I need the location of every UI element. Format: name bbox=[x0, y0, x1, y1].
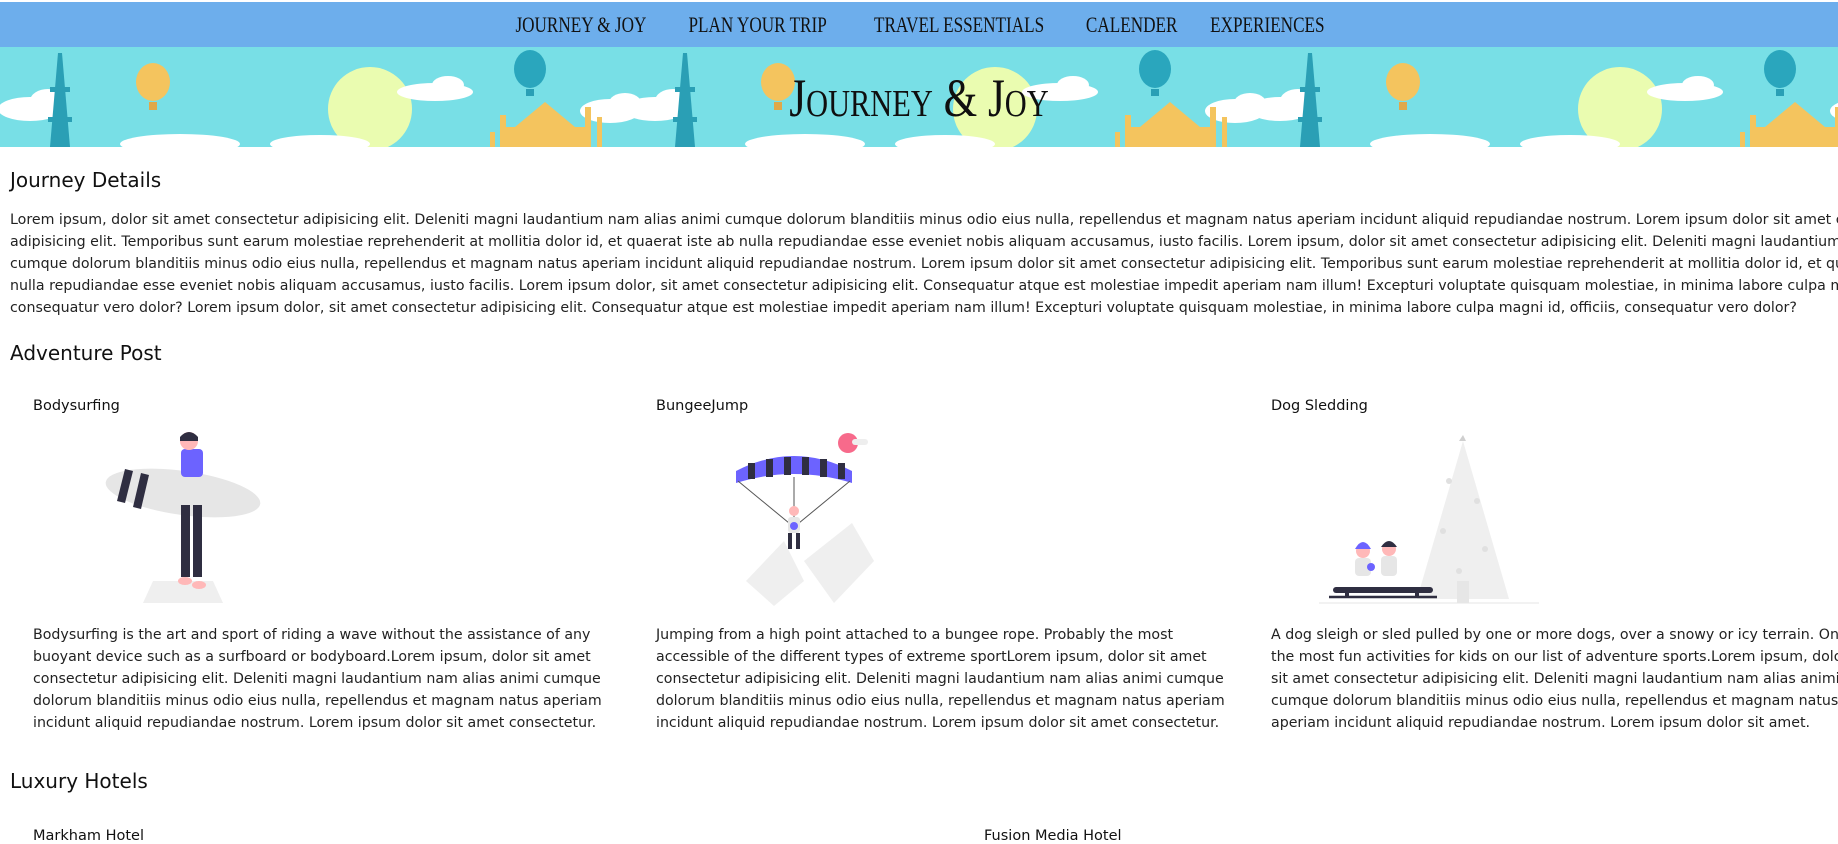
card-line: incidunt aliquid repudiandae nostrum. Lo… bbox=[33, 715, 597, 731]
journey-line: consequatur vero dolor? Lorem ipsum dolo… bbox=[10, 300, 1797, 316]
nav-link-home[interactable]: Journey & Joy bbox=[516, 12, 647, 38]
section-heading-luxury-hotels: Luxury Hotels bbox=[10, 769, 148, 793]
card-line: accessible of the different types of ext… bbox=[656, 649, 1207, 665]
card-line: Jumping from a high point attached to a … bbox=[656, 627, 1174, 643]
dog-sled-illustration bbox=[1319, 435, 1539, 604]
nav-link-calender[interactable]: Calender bbox=[1086, 12, 1178, 38]
card-title: Bodysurfing bbox=[33, 398, 120, 414]
card-description: A dog sleigh or sled pulled by one or mo… bbox=[1271, 624, 1838, 734]
card-line: incidunt aliquid repudiandae nostrum. Lo… bbox=[656, 715, 1220, 731]
card-line: aperiam incidunt aliquid repudiandae nos… bbox=[1271, 715, 1811, 731]
card-line: Bodysurfing is the art and sport of ridi… bbox=[33, 627, 591, 643]
journey-line: cumque dolorum blanditiis minus odio eiu… bbox=[10, 256, 1838, 272]
surfer-illustration bbox=[105, 432, 261, 603]
adventure-card-bungee-jump: BungeeJump Jumping from a high point att… bbox=[656, 398, 1256, 731]
card-line: the most fun activities for kids on our … bbox=[1271, 649, 1838, 665]
card-line: dolorum blanditiis minus odio eius nulla… bbox=[33, 693, 602, 709]
card-title: BungeeJump bbox=[656, 398, 749, 414]
nav-link-plan-your-trip[interactable]: Plan Your Trip bbox=[689, 12, 827, 38]
card-description: Bodysurfing is the art and sport of ridi… bbox=[33, 624, 602, 734]
journey-line: Lorem ipsum, dolor sit amet consectetur … bbox=[10, 212, 1838, 228]
journey-line: nulla repudiandae esse eveniet nobis ali… bbox=[10, 278, 1838, 294]
card-line: sit amet consectetur adipisicing elit. D… bbox=[1271, 671, 1838, 687]
section-heading-journey-details: Journey Details bbox=[10, 168, 162, 192]
adventure-card-bodysurfing: Bodysurfing Bodysurfing is the art and s… bbox=[33, 398, 633, 731]
card-line: consectetur adipisicing elit. Deleniti m… bbox=[656, 671, 1224, 687]
adventure-card-dog-sledding: Dog Sledding A dog sleigh or sled pulled… bbox=[1271, 398, 1838, 731]
card-line: A dog sleigh or sled pulled by one or mo… bbox=[1271, 627, 1838, 643]
top-nav: Journey & Joy Plan Your Trip Travel Esse… bbox=[0, 2, 1838, 47]
card-line: cumque dolorum blanditiis minus odio eiu… bbox=[1271, 693, 1838, 709]
journey-details-text: Lorem ipsum, dolor sit amet consectetur … bbox=[10, 209, 1838, 319]
banner-title: Journey & Joy bbox=[789, 68, 1049, 128]
card-line: dolorum blanditiis minus odio eius nulla… bbox=[656, 693, 1225, 709]
journey-line: adipisicing elit. Temporibus sunt earum … bbox=[10, 234, 1838, 250]
card-description: Jumping from a high point attached to a … bbox=[656, 624, 1225, 734]
section-heading-adventure-post: Adventure Post bbox=[10, 341, 162, 365]
parachute-illustration bbox=[736, 433, 874, 606]
card-line: buoyant device such as a surfboard or bo… bbox=[33, 649, 591, 665]
card-title: Dog Sledding bbox=[1271, 398, 1368, 414]
card-line: consectetur adipisicing elit. Deleniti m… bbox=[33, 671, 601, 687]
nav-link-experiences[interactable]: Experiences bbox=[1210, 12, 1324, 38]
hero-banner: Journey & Joy bbox=[0, 47, 1838, 147]
nav-link-travel-essentials[interactable]: Travel Essentials bbox=[874, 12, 1044, 38]
